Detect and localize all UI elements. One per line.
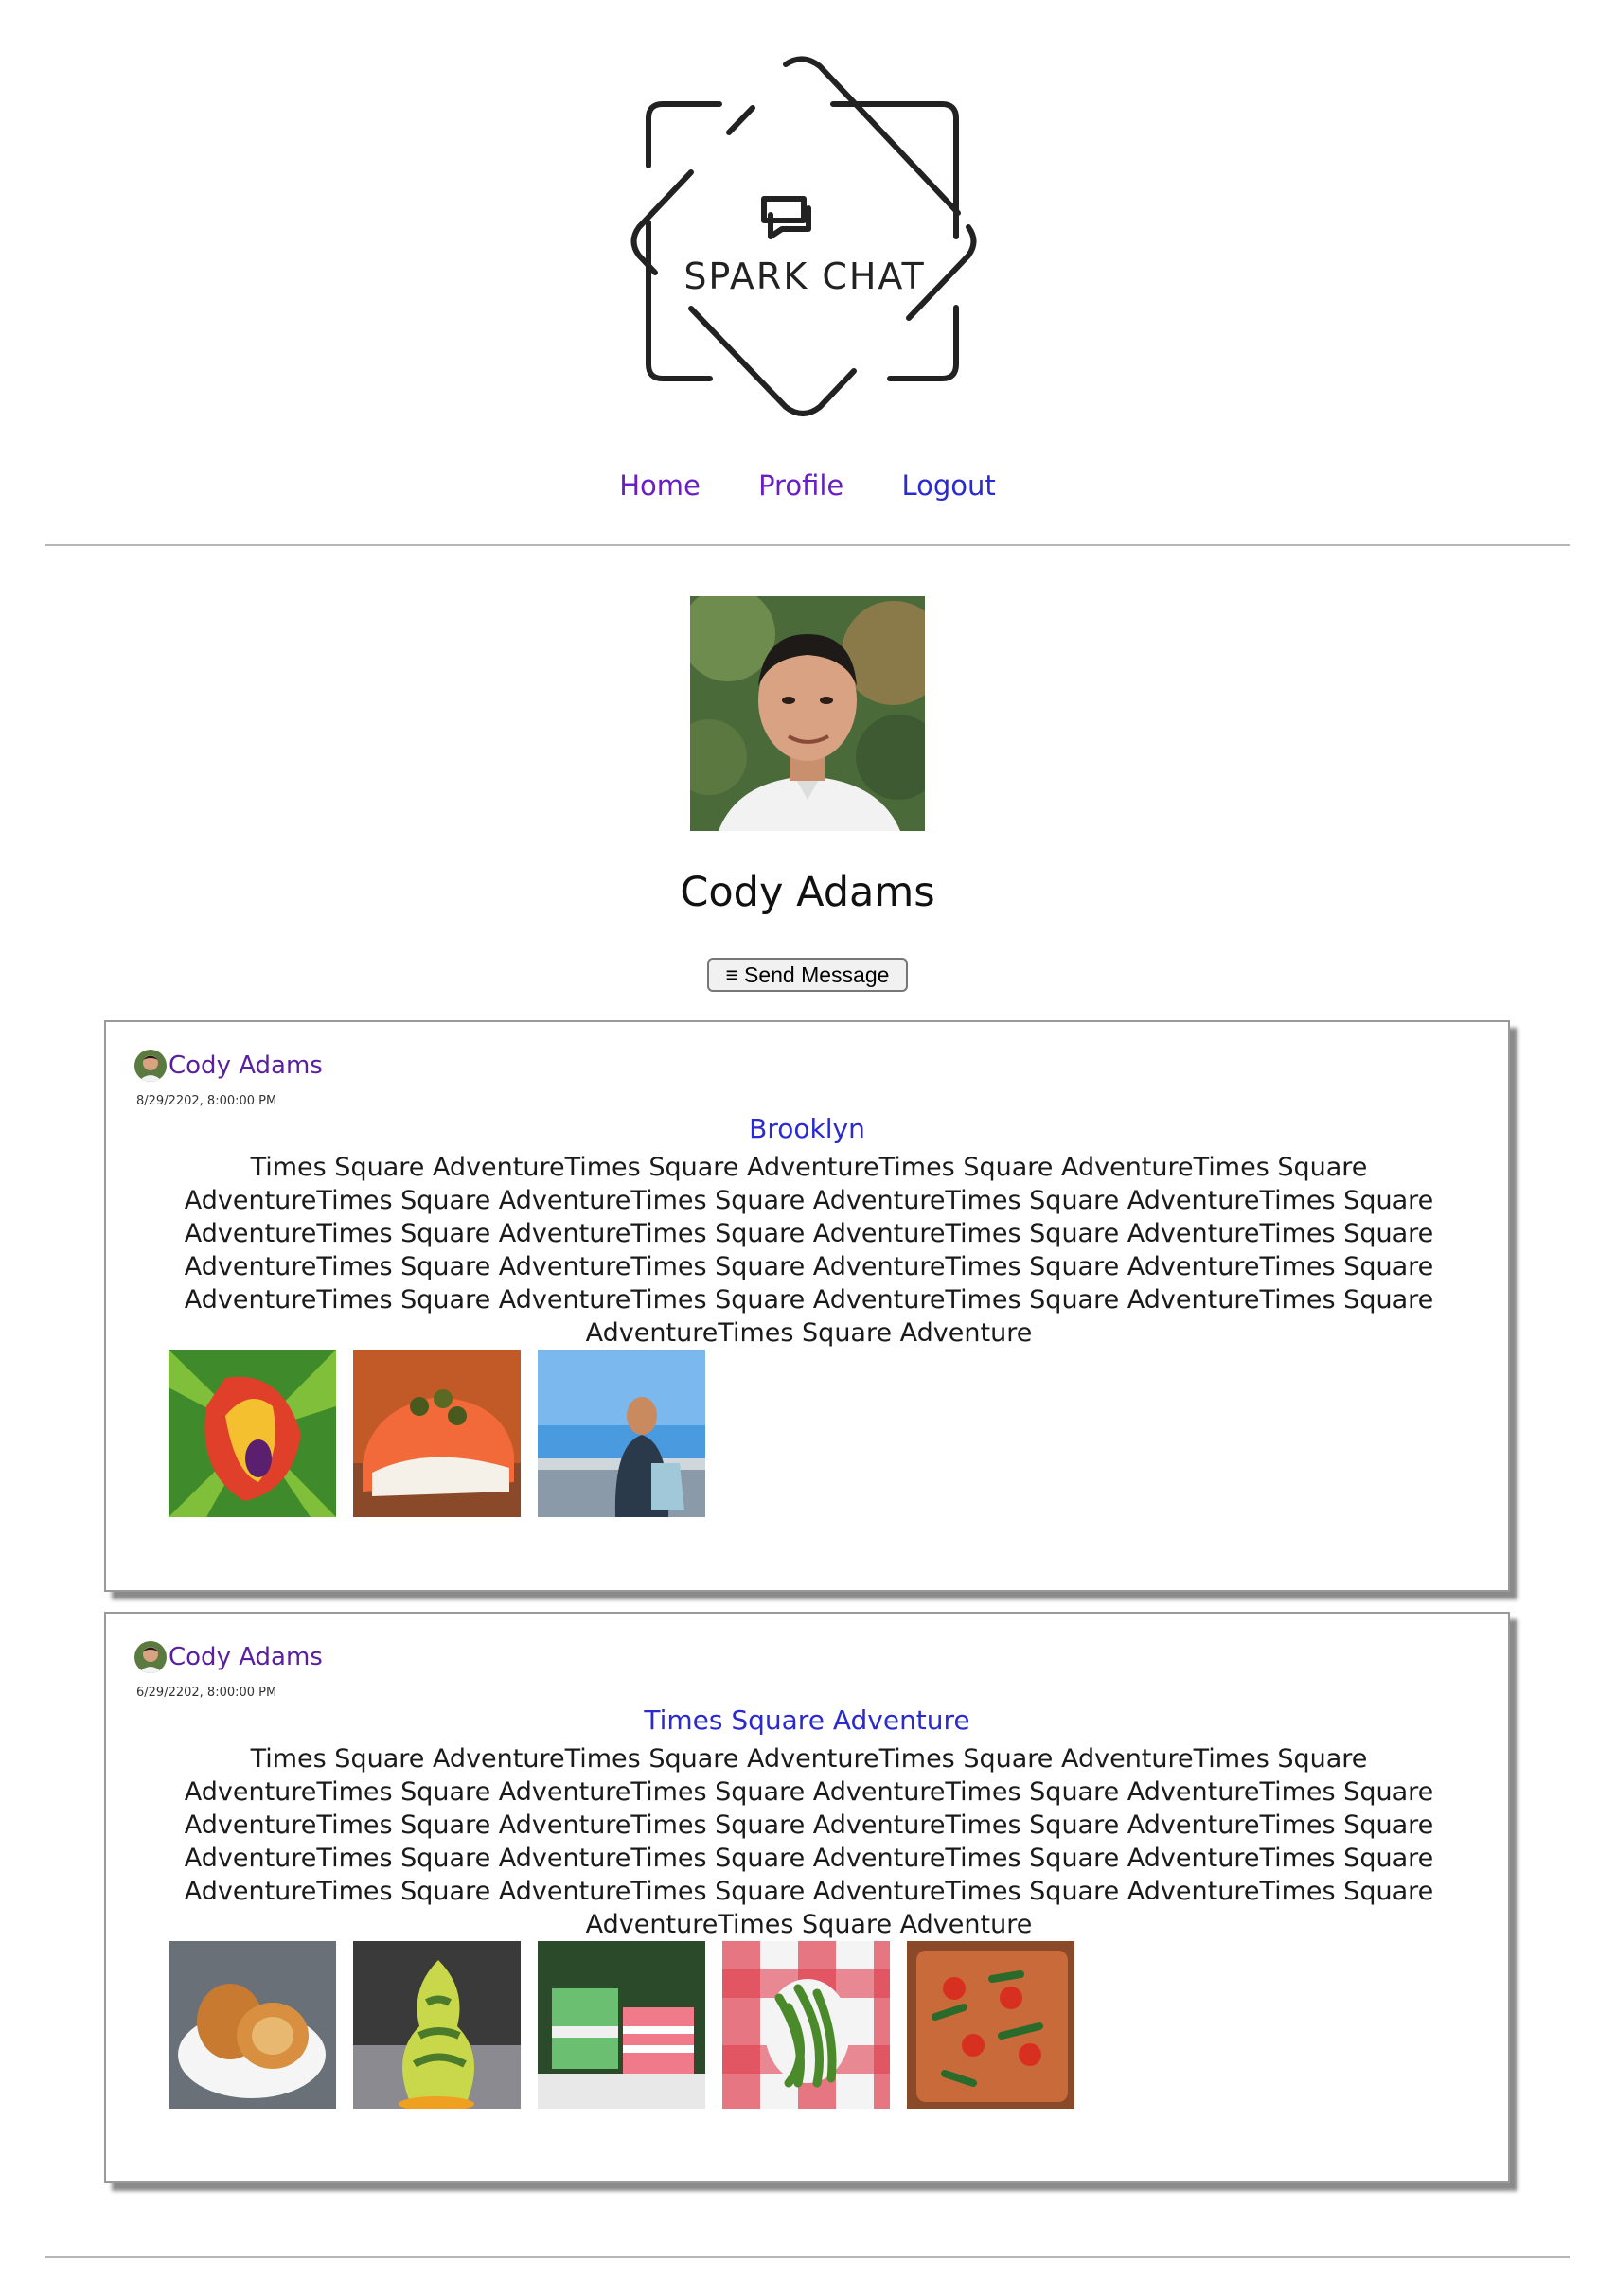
post-body: Times Square AdventureTimes Square Adven… bbox=[184, 1153, 1434, 1348]
soft-serve-photo[interactable] bbox=[353, 1941, 521, 2109]
salmon-bagel-photo[interactable] bbox=[353, 1350, 521, 1517]
tulip-photo[interactable] bbox=[169, 1350, 336, 1517]
author-avatar bbox=[134, 1641, 167, 1673]
mooncake-photo[interactable] bbox=[169, 1941, 336, 2109]
woman-marina-photo[interactable] bbox=[538, 1350, 705, 1517]
post-card: Cody Adams 8/29/2202, 8:00:00 PM Brookly… bbox=[104, 1020, 1510, 1592]
post-card: Cody Adams 6/29/2202, 8:00:00 PM Times S… bbox=[104, 1612, 1510, 2183]
footer-divider bbox=[45, 2256, 1570, 2258]
profile-name: Cody Adams bbox=[680, 869, 935, 916]
nav-profile-link[interactable]: Profile bbox=[758, 469, 843, 502]
post-images bbox=[169, 1941, 1074, 2109]
send-message-button[interactable]: ≡ Send Message bbox=[707, 958, 908, 992]
post-title-link[interactable]: Brooklyn bbox=[106, 1113, 1508, 1144]
nav-logout-link[interactable]: Logout bbox=[901, 469, 995, 502]
author-avatar bbox=[134, 1050, 167, 1082]
green-beans-photo[interactable] bbox=[722, 1941, 890, 2109]
nav-home-link[interactable]: Home bbox=[619, 469, 701, 502]
header-divider bbox=[45, 544, 1570, 546]
post-author: Cody Adams bbox=[134, 1640, 323, 1674]
author-name-link[interactable]: Cody Adams bbox=[169, 1643, 323, 1671]
spark-chat-logo: SPARK CHAT bbox=[606, 28, 1003, 445]
post-date: 8/29/2202, 8:00:00 PM bbox=[136, 1094, 277, 1108]
send-message-label: Send Message bbox=[743, 962, 890, 987]
author-name-link[interactable]: Cody Adams bbox=[169, 1051, 323, 1080]
profile-avatar bbox=[690, 596, 925, 831]
pizza-photo[interactable] bbox=[907, 1941, 1074, 2109]
post-title-link[interactable]: Times Square Adventure bbox=[106, 1704, 1508, 1736]
logo-text: SPARK CHAT bbox=[683, 256, 925, 297]
main-nav: Home Profile Logout bbox=[0, 469, 1615, 502]
hamburger-icon: ≡ bbox=[725, 962, 738, 987]
post-images bbox=[169, 1350, 705, 1517]
post-body: Times Square AdventureTimes Square Adven… bbox=[184, 1744, 1434, 1939]
post-date: 6/29/2202, 8:00:00 PM bbox=[136, 1686, 277, 1700]
post-author: Cody Adams bbox=[134, 1049, 323, 1083]
layer-cake-photo[interactable] bbox=[538, 1941, 705, 2109]
